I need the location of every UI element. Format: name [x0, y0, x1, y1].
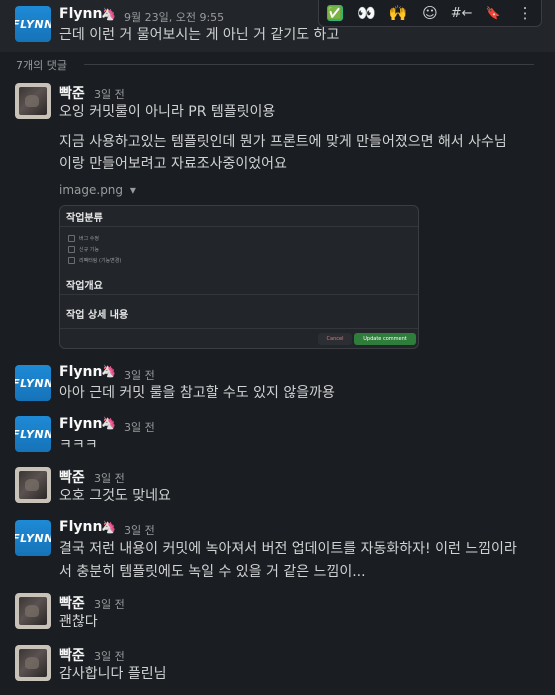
author-name[interactable]: Flynn: [59, 6, 102, 22]
avatar[interactable]: [15, 593, 51, 629]
reaction-eyes-button[interactable]: 👀: [355, 2, 379, 24]
message-text: 근데 이런 거 물어보시는 게 아닌 거 같기도 하고: [59, 27, 340, 43]
preview-checkbox: 신규 기능: [68, 246, 99, 253]
message-text: ㅋㅋㅋ: [59, 437, 98, 453]
preview-heading: 작업 상세 내용: [66, 310, 129, 321]
timestamp[interactable]: 3일 전: [124, 419, 155, 435]
message-text: 감사합니다 플린님: [59, 666, 167, 682]
author-name[interactable]: 빡준: [59, 467, 85, 487]
author-name[interactable]: Flynn: [59, 364, 102, 380]
avatar[interactable]: FLYNN: [15, 365, 51, 401]
reaction-hands-button[interactable]: 🙌: [386, 2, 410, 24]
timestamp[interactable]: 3일 전: [124, 367, 155, 383]
unicorn-icon: 🦄: [101, 364, 116, 378]
check-icon: ✅: [326, 5, 343, 21]
message-text: 지금 사용하고있는 템플릿인데 뭔가 프론트에 맞게 만들어졌으면 해서 사수님: [59, 134, 507, 150]
add-reaction-icon: ☺: [422, 4, 438, 22]
divider: [60, 294, 418, 295]
message-text: 결국 저런 내용이 커밋에 녹아져서 버전 업데이트를 자동화하자! 이런 느낌…: [59, 541, 517, 557]
timestamp[interactable]: 3일 전: [94, 470, 125, 486]
timestamp[interactable]: 3일 전: [124, 522, 155, 538]
message-text: 서 충분히 템플릿에도 녹일 수 있을 거 같은 느낌이...: [59, 564, 366, 580]
author-name[interactable]: Flynn: [59, 416, 102, 432]
avatar[interactable]: FLYNN: [15, 520, 51, 556]
divider: [60, 328, 418, 329]
message-text: 오잉 커밋룰이 아니라 PR 템플릿이용: [59, 104, 276, 120]
timestamp[interactable]: 3일 전: [94, 596, 125, 612]
unicorn-icon: 🦄: [101, 520, 116, 534]
timestamp[interactable]: 3일 전: [94, 86, 125, 102]
image-attachment[interactable]: 작업분류 버그 수정 신규 기능 리팩터링 (기능변경) 작업개요 작업 상세 …: [59, 205, 419, 349]
bookmark-button[interactable]: 🔖: [481, 2, 505, 24]
message-text: 오호 그것도 맞네요: [59, 488, 171, 504]
more-actions-button[interactable]: ⋮: [513, 2, 537, 24]
chevron-down-icon[interactable]: ▾: [130, 183, 136, 197]
reaction-check-button[interactable]: ✅: [323, 2, 347, 24]
timestamp[interactable]: 9월 23일, 오전 9:55: [124, 9, 224, 25]
avatar[interactable]: [15, 467, 51, 503]
more-icon: ⋮: [517, 4, 533, 22]
reply-in-channel-button[interactable]: #←: [450, 2, 474, 24]
author-name[interactable]: Flynn: [59, 519, 102, 535]
preview-heading: 작업개요: [66, 281, 103, 292]
author-name[interactable]: 빡준: [59, 645, 85, 665]
preview-heading: 작업분류: [66, 213, 103, 224]
raised-hands-icon: 🙌: [388, 4, 408, 22]
reply-channel-icon: #←: [450, 5, 473, 21]
attachment-filename[interactable]: image.png ▾: [59, 183, 136, 197]
preview-update-button: Update comment: [354, 333, 416, 345]
eyes-icon: 👀: [357, 4, 376, 22]
avatar[interactable]: FLYNN: [15, 416, 51, 452]
preview-checkbox: 리팩터링 (기능변경): [68, 257, 121, 264]
message-text: 이랑 만들어보려고 자료조사중이었어요: [59, 156, 287, 172]
message-text: 괜찮다: [59, 614, 98, 630]
message-text: 아아 근데 커밋 룰을 참고할 수도 있지 않을까용: [59, 385, 335, 401]
timestamp[interactable]: 3일 전: [94, 648, 125, 664]
author-name[interactable]: 빡준: [59, 83, 85, 103]
divider: [60, 226, 418, 227]
bookmark-icon: 🔖: [485, 6, 501, 20]
unicorn-icon: 🦄: [101, 416, 116, 430]
unicorn-icon: 🦄: [101, 7, 116, 21]
avatar[interactable]: [15, 83, 51, 119]
preview-checkbox: 버그 수정: [68, 235, 99, 242]
avatar[interactable]: FLYNN: [15, 6, 51, 42]
author-name[interactable]: 빡준: [59, 593, 85, 613]
avatar[interactable]: [15, 645, 51, 681]
reply-count: 7개의 댓글: [16, 59, 67, 72]
message-actions-toolbar: ✅ 👀 🙌 ☺ #← 🔖 ⋮: [318, 0, 542, 27]
add-reaction-button[interactable]: ☺: [418, 2, 442, 24]
divider: [84, 64, 534, 65]
preview-cancel-button: Cancel: [318, 333, 352, 345]
